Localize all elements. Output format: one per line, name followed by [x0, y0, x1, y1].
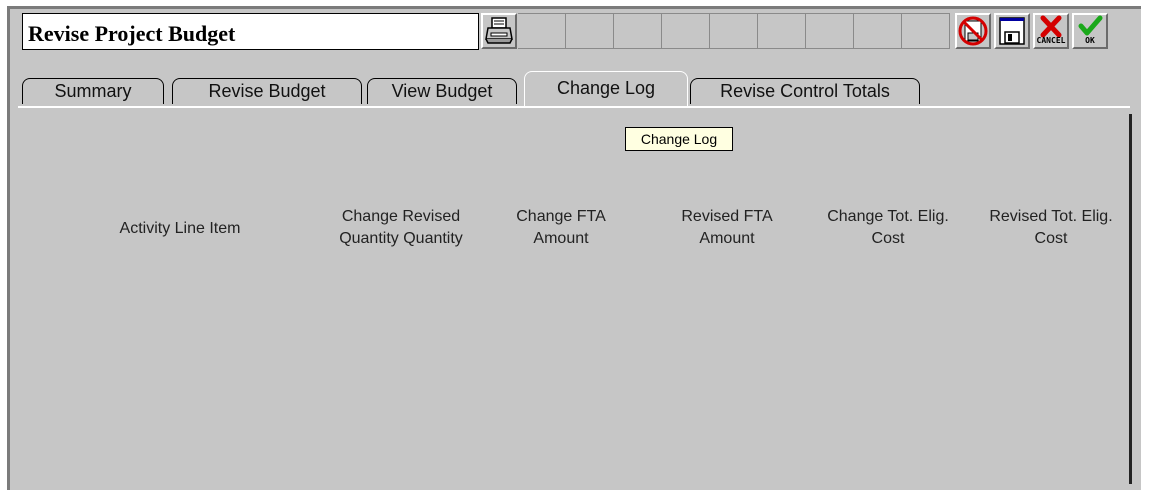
column-header-line: Amount — [699, 230, 755, 247]
column-header-line: Change Tot. Elig. — [827, 208, 949, 225]
toolbar-slot — [854, 13, 902, 49]
column-header-line: Activity Line Item — [119, 220, 241, 237]
title-box: Revise Project Budget — [22, 13, 479, 50]
toolbar-slot — [518, 13, 566, 49]
column-header-line: Revised Tot. Elig. — [989, 208, 1113, 225]
panel-right-edge — [1129, 114, 1132, 484]
cancel-button[interactable]: CANCEL — [1033, 13, 1069, 49]
tab-label: Revise Budget — [208, 81, 326, 101]
column-header-line: Cost — [1034, 230, 1068, 247]
column-header-line: Quantity Quantity — [339, 230, 463, 247]
delete-button[interactable] — [955, 13, 991, 49]
column-header-revised-fta-amount: Revised FTA Amount — [662, 206, 792, 250]
ok-label: OK — [1085, 36, 1095, 45]
title-bar: Revise Project Budget CANCEL OK — [16, 13, 1141, 53]
toolbar-slot — [806, 13, 854, 49]
column-header-change-tot-elig-cost: Change Tot. Elig. Cost — [808, 206, 968, 250]
tab-label: Summary — [54, 81, 132, 101]
print-button[interactable] — [481, 13, 517, 49]
column-header-line: Change Revised — [341, 208, 461, 225]
tab-change-log[interactable]: Change Log — [524, 71, 688, 106]
tab-label: Change Log — [556, 78, 656, 98]
column-header-change-revised-quantity: Change Revised Quantity Quantity — [318, 206, 484, 250]
save-button[interactable] — [994, 13, 1030, 49]
toolbar-slot — [662, 13, 710, 49]
column-header-line: Cost — [871, 230, 905, 247]
tab-view-budget[interactable]: View Budget — [367, 78, 517, 104]
tab-summary[interactable]: Summary — [22, 78, 164, 104]
tab-strip: Summary Revise Budget View Budget Change… — [12, 71, 1112, 106]
column-header-line: Revised FTA — [681, 208, 773, 225]
tab-label: View Budget — [391, 81, 493, 101]
toolbar-slot — [710, 13, 758, 49]
column-header-revised-tot-elig-cost: Revised Tot. Elig. Cost — [970, 206, 1132, 250]
toolbar-slot — [614, 13, 662, 49]
toolbar-slot — [902, 13, 950, 49]
tab-revise-budget[interactable]: Revise Budget — [172, 78, 362, 104]
ok-button[interactable]: OK — [1072, 13, 1108, 49]
window-title: Revise Project Budget — [28, 21, 236, 46]
tooltip: Change Log — [625, 127, 733, 151]
tab-revise-control-totals[interactable]: Revise Control Totals — [690, 78, 920, 104]
column-header-line: Amount — [533, 230, 589, 247]
column-header-change-fta-amount: Change FTA Amount — [496, 206, 626, 250]
toolbar-slot — [758, 13, 806, 49]
floppy-disk-icon — [999, 17, 1025, 45]
column-header-line: Change FTA — [516, 208, 606, 225]
cancel-label: CANCEL — [1036, 36, 1066, 45]
toolbar-slot — [566, 13, 614, 49]
no-save-icon — [958, 16, 988, 46]
printer-icon — [485, 17, 513, 44]
tab-panel-border — [18, 106, 1130, 108]
tab-label: Revise Control Totals — [720, 81, 890, 101]
column-header-activity-line-item: Activity Line Item — [110, 218, 250, 240]
